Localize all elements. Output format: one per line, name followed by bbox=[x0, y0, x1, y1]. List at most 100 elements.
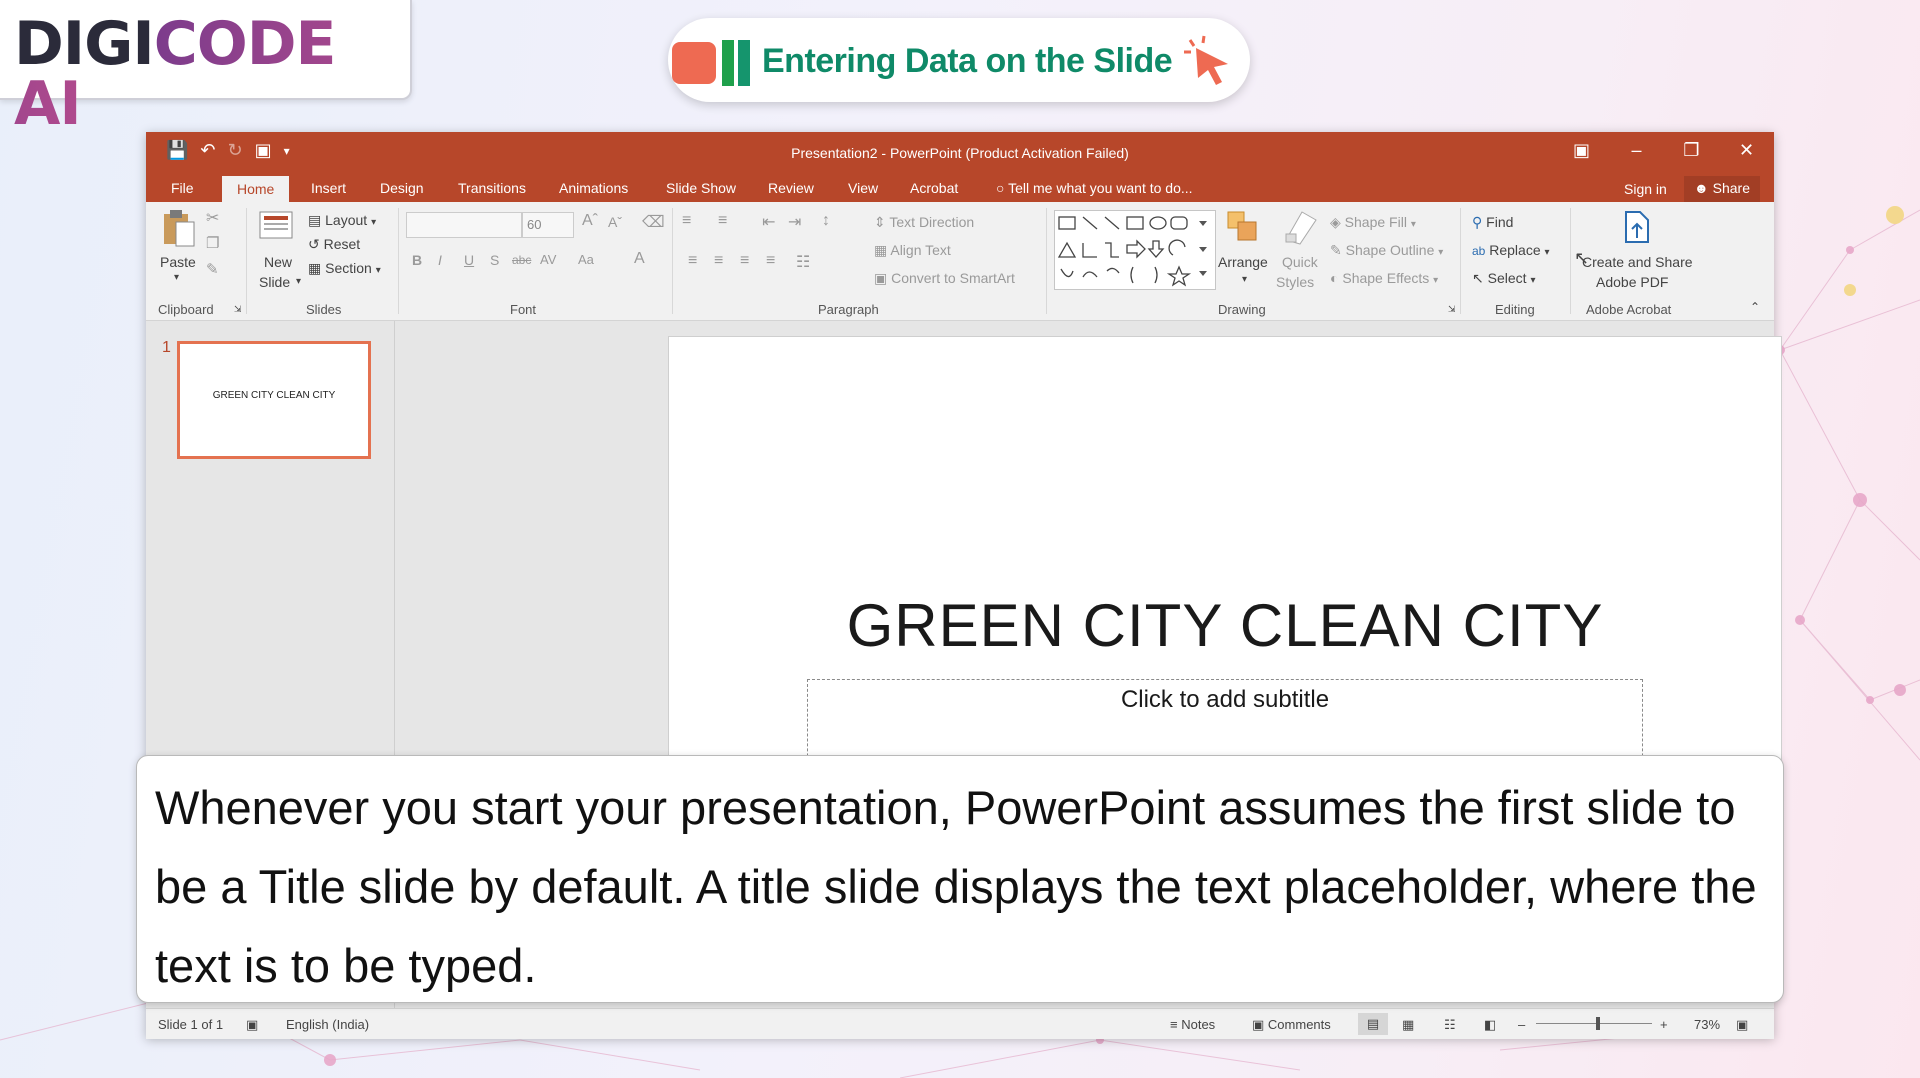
bullets-icon[interactable]: ≡ bbox=[682, 212, 691, 230]
close-icon[interactable]: ✕ bbox=[1719, 132, 1774, 172]
language-indicator[interactable]: English (India) bbox=[286, 1017, 369, 1032]
sign-in-link[interactable]: Sign in bbox=[1624, 181, 1667, 197]
paste-dropdown-icon[interactable]: ▾ bbox=[174, 272, 179, 283]
caption-text: Whenever you start your presentation, Po… bbox=[155, 781, 1757, 992]
select-dropdown-icon: ▾ bbox=[1530, 275, 1536, 286]
paste-icon[interactable] bbox=[162, 208, 196, 248]
font-name-field[interactable] bbox=[406, 212, 522, 238]
paste-label[interactable]: Paste bbox=[160, 254, 196, 270]
slide-title[interactable]: GREEN CITY CLEAN CITY bbox=[669, 591, 1781, 660]
format-painter-icon[interactable]: ✎ bbox=[206, 260, 219, 278]
create-pdf-label-2[interactable]: Adobe PDF bbox=[1596, 274, 1668, 290]
editing-group-label: Editing bbox=[1495, 302, 1535, 317]
new-slide-label-1[interactable]: New bbox=[264, 254, 292, 270]
share-button[interactable]: ☻ Share bbox=[1684, 176, 1760, 202]
separator bbox=[1460, 208, 1461, 314]
notes-button[interactable]: ≡ Notes bbox=[1170, 1017, 1215, 1032]
new-slide-dropdown-icon[interactable]: ▾ bbox=[296, 276, 301, 287]
effects-icon: ◐ bbox=[1330, 270, 1339, 286]
zoom-out-icon[interactable]: – bbox=[1518, 1017, 1525, 1032]
convert-smartart-button[interactable]: ▣ Convert to SmartArt bbox=[874, 270, 1015, 287]
italic-icon[interactable]: I bbox=[438, 252, 442, 268]
find-button[interactable]: ⚲ Find bbox=[1472, 214, 1513, 231]
text-direction-button[interactable]: ⇕ Text Direction bbox=[874, 214, 974, 231]
text-direction-label: Text Direction bbox=[889, 214, 975, 230]
shapes-gallery[interactable] bbox=[1054, 210, 1216, 290]
slide-thumbnail[interactable]: GREEN CITY CLEAN CITY bbox=[177, 341, 371, 459]
tell-me-box[interactable]: ○ Tell me what you want to do... bbox=[996, 180, 1193, 196]
clipboard-launcher-icon[interactable]: ⇲ bbox=[234, 304, 242, 315]
zoom-slider-track[interactable] bbox=[1536, 1023, 1652, 1024]
numbering-icon[interactable]: ≡ bbox=[718, 212, 727, 230]
zoom-slider-thumb[interactable] bbox=[1596, 1017, 1600, 1030]
collapse-ribbon-icon[interactable]: ⌃ bbox=[1750, 300, 1760, 314]
spell-check-icon[interactable]: ▣ bbox=[246, 1017, 258, 1033]
fit-to-window-icon[interactable]: ▣ bbox=[1736, 1017, 1748, 1033]
shape-fill-button[interactable]: ◈ Shape Fill ▾ bbox=[1330, 214, 1416, 231]
zoom-in-icon[interactable]: + bbox=[1660, 1017, 1668, 1032]
drawing-launcher-icon[interactable]: ⇲ bbox=[1448, 304, 1456, 315]
reset-button[interactable]: ↺ Reset bbox=[308, 236, 360, 253]
shadow-icon[interactable]: S bbox=[490, 252, 499, 268]
brand-logo: DIGICODE AI bbox=[0, 0, 412, 134]
shape-fill-dropdown-icon: ▾ bbox=[1410, 219, 1416, 230]
slideshow-view-icon[interactable]: ◧ bbox=[1484, 1017, 1496, 1033]
reading-view-icon[interactable]: ☷ bbox=[1444, 1017, 1456, 1033]
bold-icon[interactable]: B bbox=[412, 252, 422, 268]
new-slide-icon[interactable] bbox=[258, 208, 296, 246]
tab-transitions[interactable]: Transitions bbox=[458, 180, 526, 196]
columns-icon[interactable]: ☷ bbox=[796, 252, 810, 272]
character-spacing-icon[interactable]: AV bbox=[540, 252, 556, 267]
align-text-button[interactable]: ▦ Align Text bbox=[874, 242, 951, 259]
arrange-dropdown-icon[interactable]: ▾ bbox=[1242, 274, 1247, 285]
tab-view[interactable]: View bbox=[848, 180, 878, 196]
align-left-icon[interactable]: ≡ bbox=[688, 252, 697, 270]
increase-indent-icon[interactable]: ⇥ bbox=[788, 212, 801, 232]
font-size-field[interactable]: 60 bbox=[522, 212, 574, 238]
quick-styles-icon[interactable] bbox=[1282, 208, 1318, 246]
align-center-icon[interactable]: ≡ bbox=[714, 252, 723, 270]
tab-file[interactable]: File bbox=[171, 180, 194, 196]
strikethrough-icon[interactable]: abc bbox=[512, 253, 531, 267]
increase-font-icon[interactable]: Aˆ bbox=[582, 212, 598, 230]
justify-icon[interactable]: ≡ bbox=[766, 252, 775, 270]
section-button[interactable]: ▦ Section ▾ bbox=[308, 260, 381, 277]
comments-button[interactable]: ▣ Comments bbox=[1252, 1017, 1331, 1033]
line-spacing-icon[interactable]: ↕ bbox=[822, 212, 830, 230]
ribbon-display-options-icon[interactable]: ▣ bbox=[1554, 132, 1609, 172]
tab-insert[interactable]: Insert bbox=[311, 180, 346, 196]
font-color-icon[interactable]: A bbox=[634, 250, 645, 268]
create-pdf-icon[interactable] bbox=[1620, 208, 1654, 246]
normal-view-icon[interactable]: ▤ bbox=[1358, 1013, 1388, 1035]
new-slide-label-2[interactable]: Slide bbox=[259, 274, 290, 290]
clear-formatting-icon[interactable]: ⌫ bbox=[642, 212, 665, 232]
select-button[interactable]: ↖ Select ▾ bbox=[1472, 270, 1535, 287]
underline-icon[interactable]: U bbox=[464, 252, 474, 268]
shape-outline-button[interactable]: ✎ Shape Outline ▾ bbox=[1330, 242, 1443, 259]
cut-icon[interactable]: ✂ bbox=[206, 208, 219, 228]
replace-button[interactable]: ab Replace ▾ bbox=[1472, 242, 1550, 258]
zoom-level[interactable]: 73% bbox=[1694, 1017, 1720, 1032]
tab-home[interactable]: Home bbox=[222, 176, 290, 202]
copy-icon[interactable]: ❐ bbox=[206, 234, 219, 252]
create-pdf-label-1[interactable]: Create and Share bbox=[1582, 254, 1693, 270]
quick-styles-label-1[interactable]: Quick bbox=[1282, 254, 1318, 270]
tab-animations[interactable]: Animations bbox=[559, 180, 628, 196]
decrease-font-icon[interactable]: Aˇ bbox=[608, 214, 622, 230]
tab-slide-show[interactable]: Slide Show bbox=[666, 180, 736, 196]
notes-icon: ≡ bbox=[1170, 1017, 1178, 1032]
tab-design[interactable]: Design bbox=[380, 180, 424, 196]
quick-styles-label-2[interactable]: Styles bbox=[1276, 274, 1314, 290]
restore-icon[interactable]: ❐ bbox=[1664, 132, 1719, 172]
tab-review[interactable]: Review bbox=[768, 180, 814, 196]
minimize-icon[interactable]: – bbox=[1609, 132, 1664, 172]
slide-sorter-icon[interactable]: ▦ bbox=[1402, 1017, 1414, 1033]
shape-effects-button[interactable]: ◐ Shape Effects ▾ bbox=[1330, 270, 1438, 286]
tab-acrobat[interactable]: Acrobat bbox=[910, 180, 958, 196]
arrange-icon[interactable] bbox=[1224, 210, 1260, 246]
align-right-icon[interactable]: ≡ bbox=[740, 252, 749, 270]
layout-button[interactable]: ▤ Layout ▾ bbox=[308, 212, 376, 229]
change-case-icon[interactable]: Aa bbox=[578, 252, 594, 267]
decrease-indent-icon[interactable]: ⇤ bbox=[762, 212, 775, 232]
arrange-label[interactable]: Arrange bbox=[1218, 254, 1268, 270]
